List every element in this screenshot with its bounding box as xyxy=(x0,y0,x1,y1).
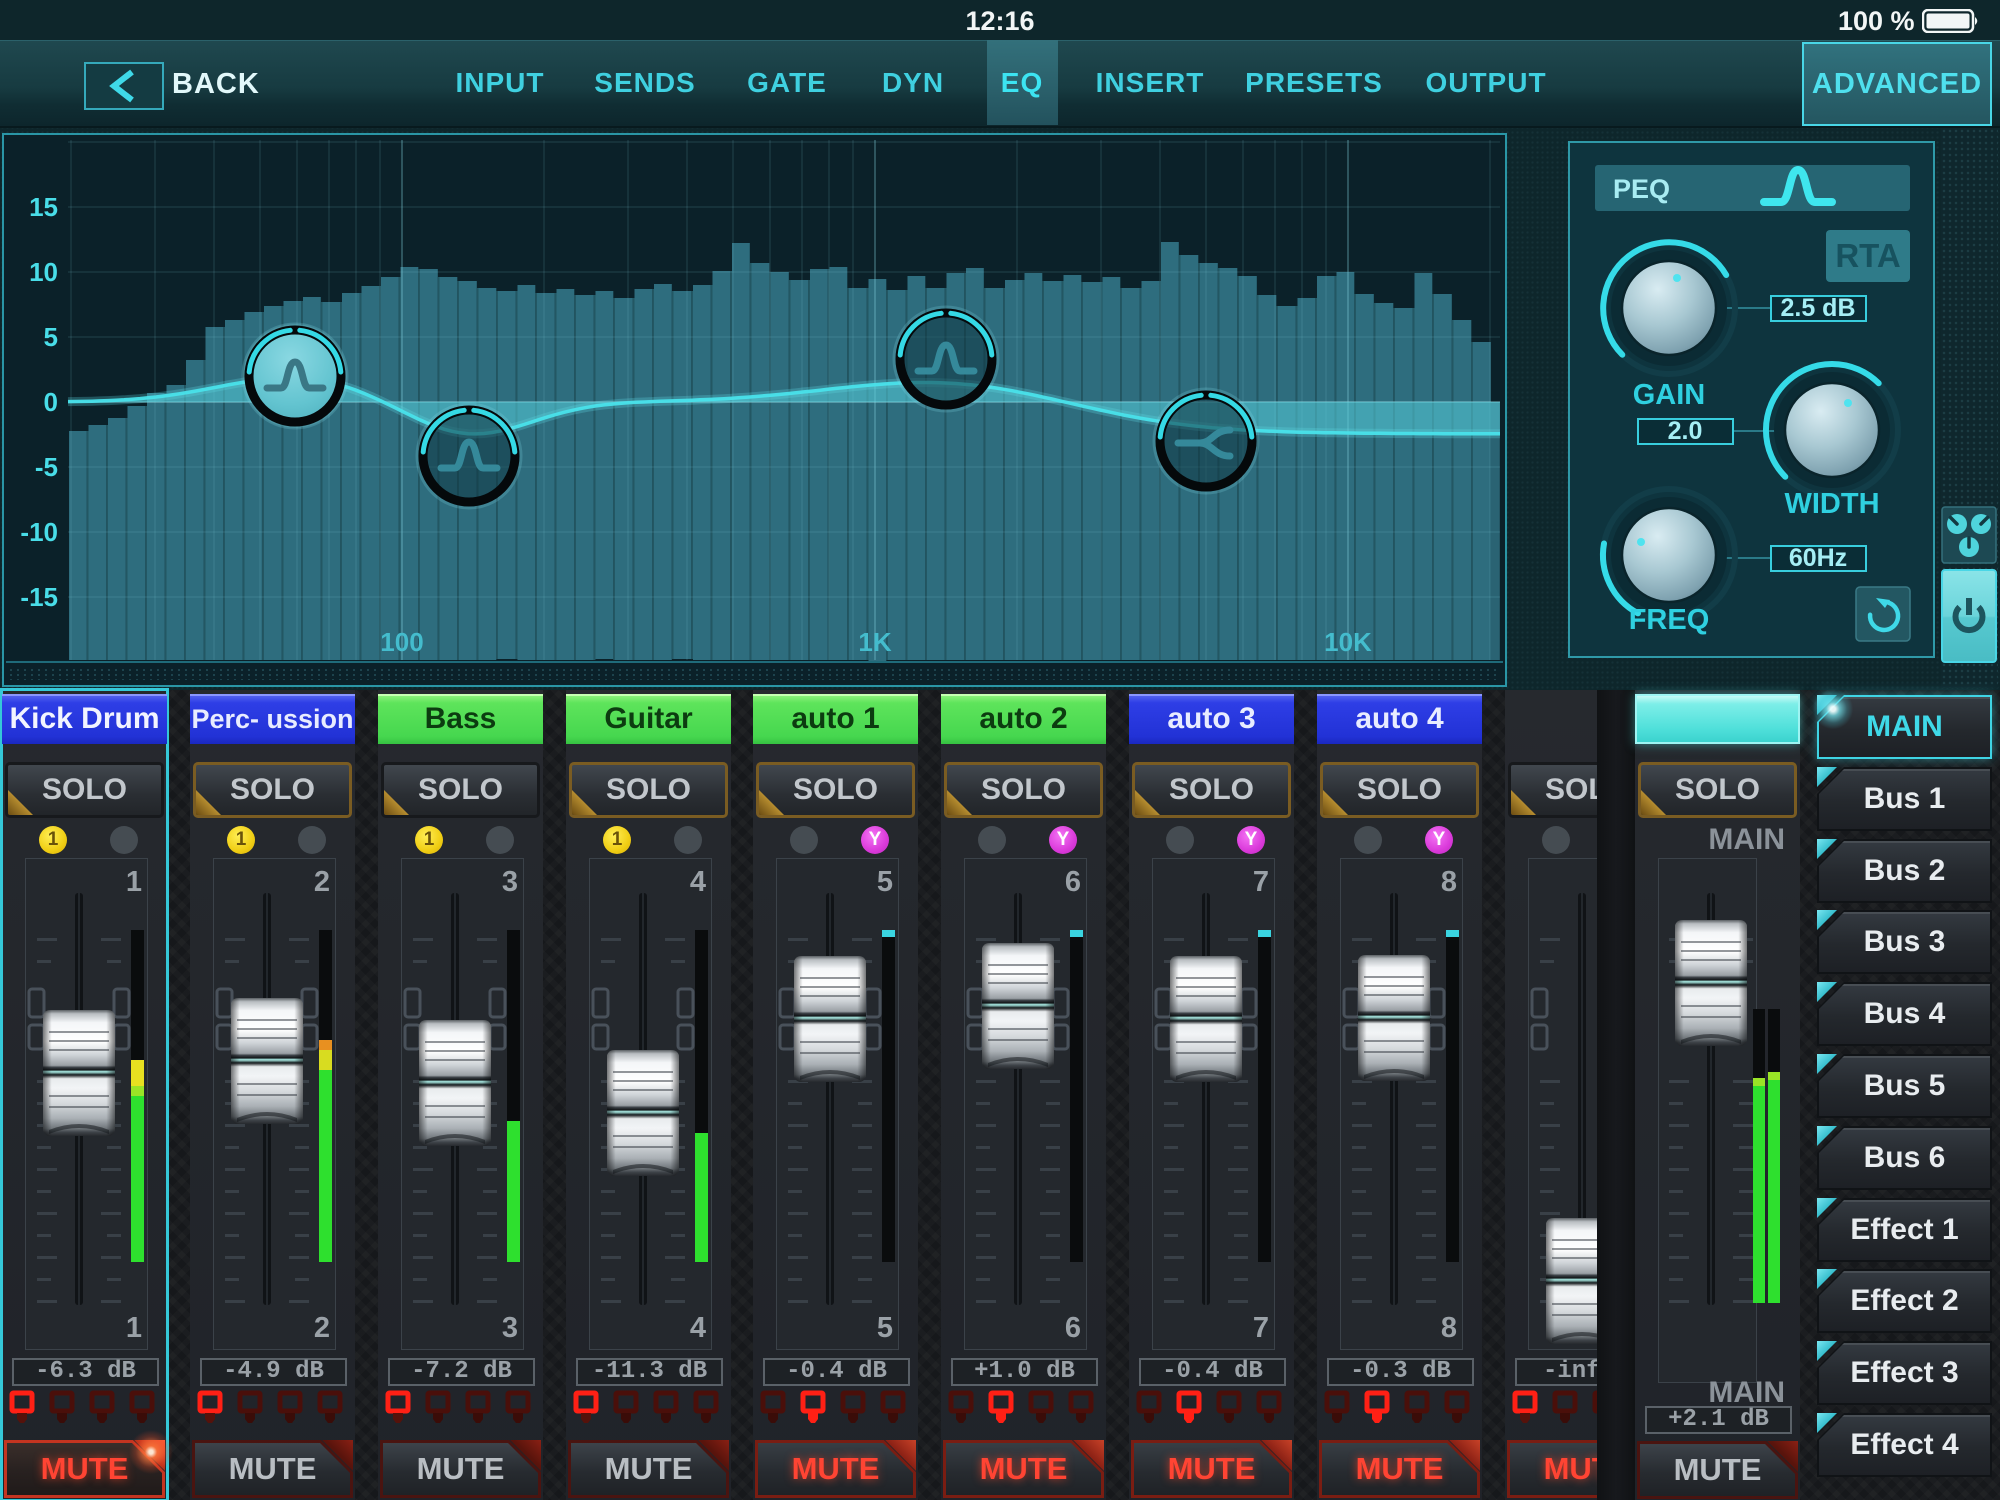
svg-text:PEQ: PEQ xyxy=(1613,174,1670,204)
svg-text:-10: -10 xyxy=(20,517,58,547)
svg-text:WIDTH: WIDTH xyxy=(1784,488,1879,520)
svg-text:60Hz: 60Hz xyxy=(1789,544,1847,572)
svg-text:2.5 dB: 2.5 dB xyxy=(1780,294,1855,322)
svg-text:15: 15 xyxy=(29,192,58,222)
svg-text:-5: -5 xyxy=(35,452,58,482)
svg-text:10: 10 xyxy=(29,257,58,287)
svg-text:1K: 1K xyxy=(858,627,891,657)
svg-text:10K: 10K xyxy=(1324,627,1372,657)
svg-text:5: 5 xyxy=(44,322,58,352)
svg-text:0: 0 xyxy=(44,387,58,417)
svg-text:RTA: RTA xyxy=(1835,237,1900,274)
svg-text:2.0: 2.0 xyxy=(1668,417,1703,445)
svg-text:100: 100 xyxy=(380,627,423,657)
svg-text:-15: -15 xyxy=(20,582,58,612)
svg-text:FREQ: FREQ xyxy=(1629,604,1710,636)
svg-text:GAIN: GAIN xyxy=(1633,379,1706,411)
